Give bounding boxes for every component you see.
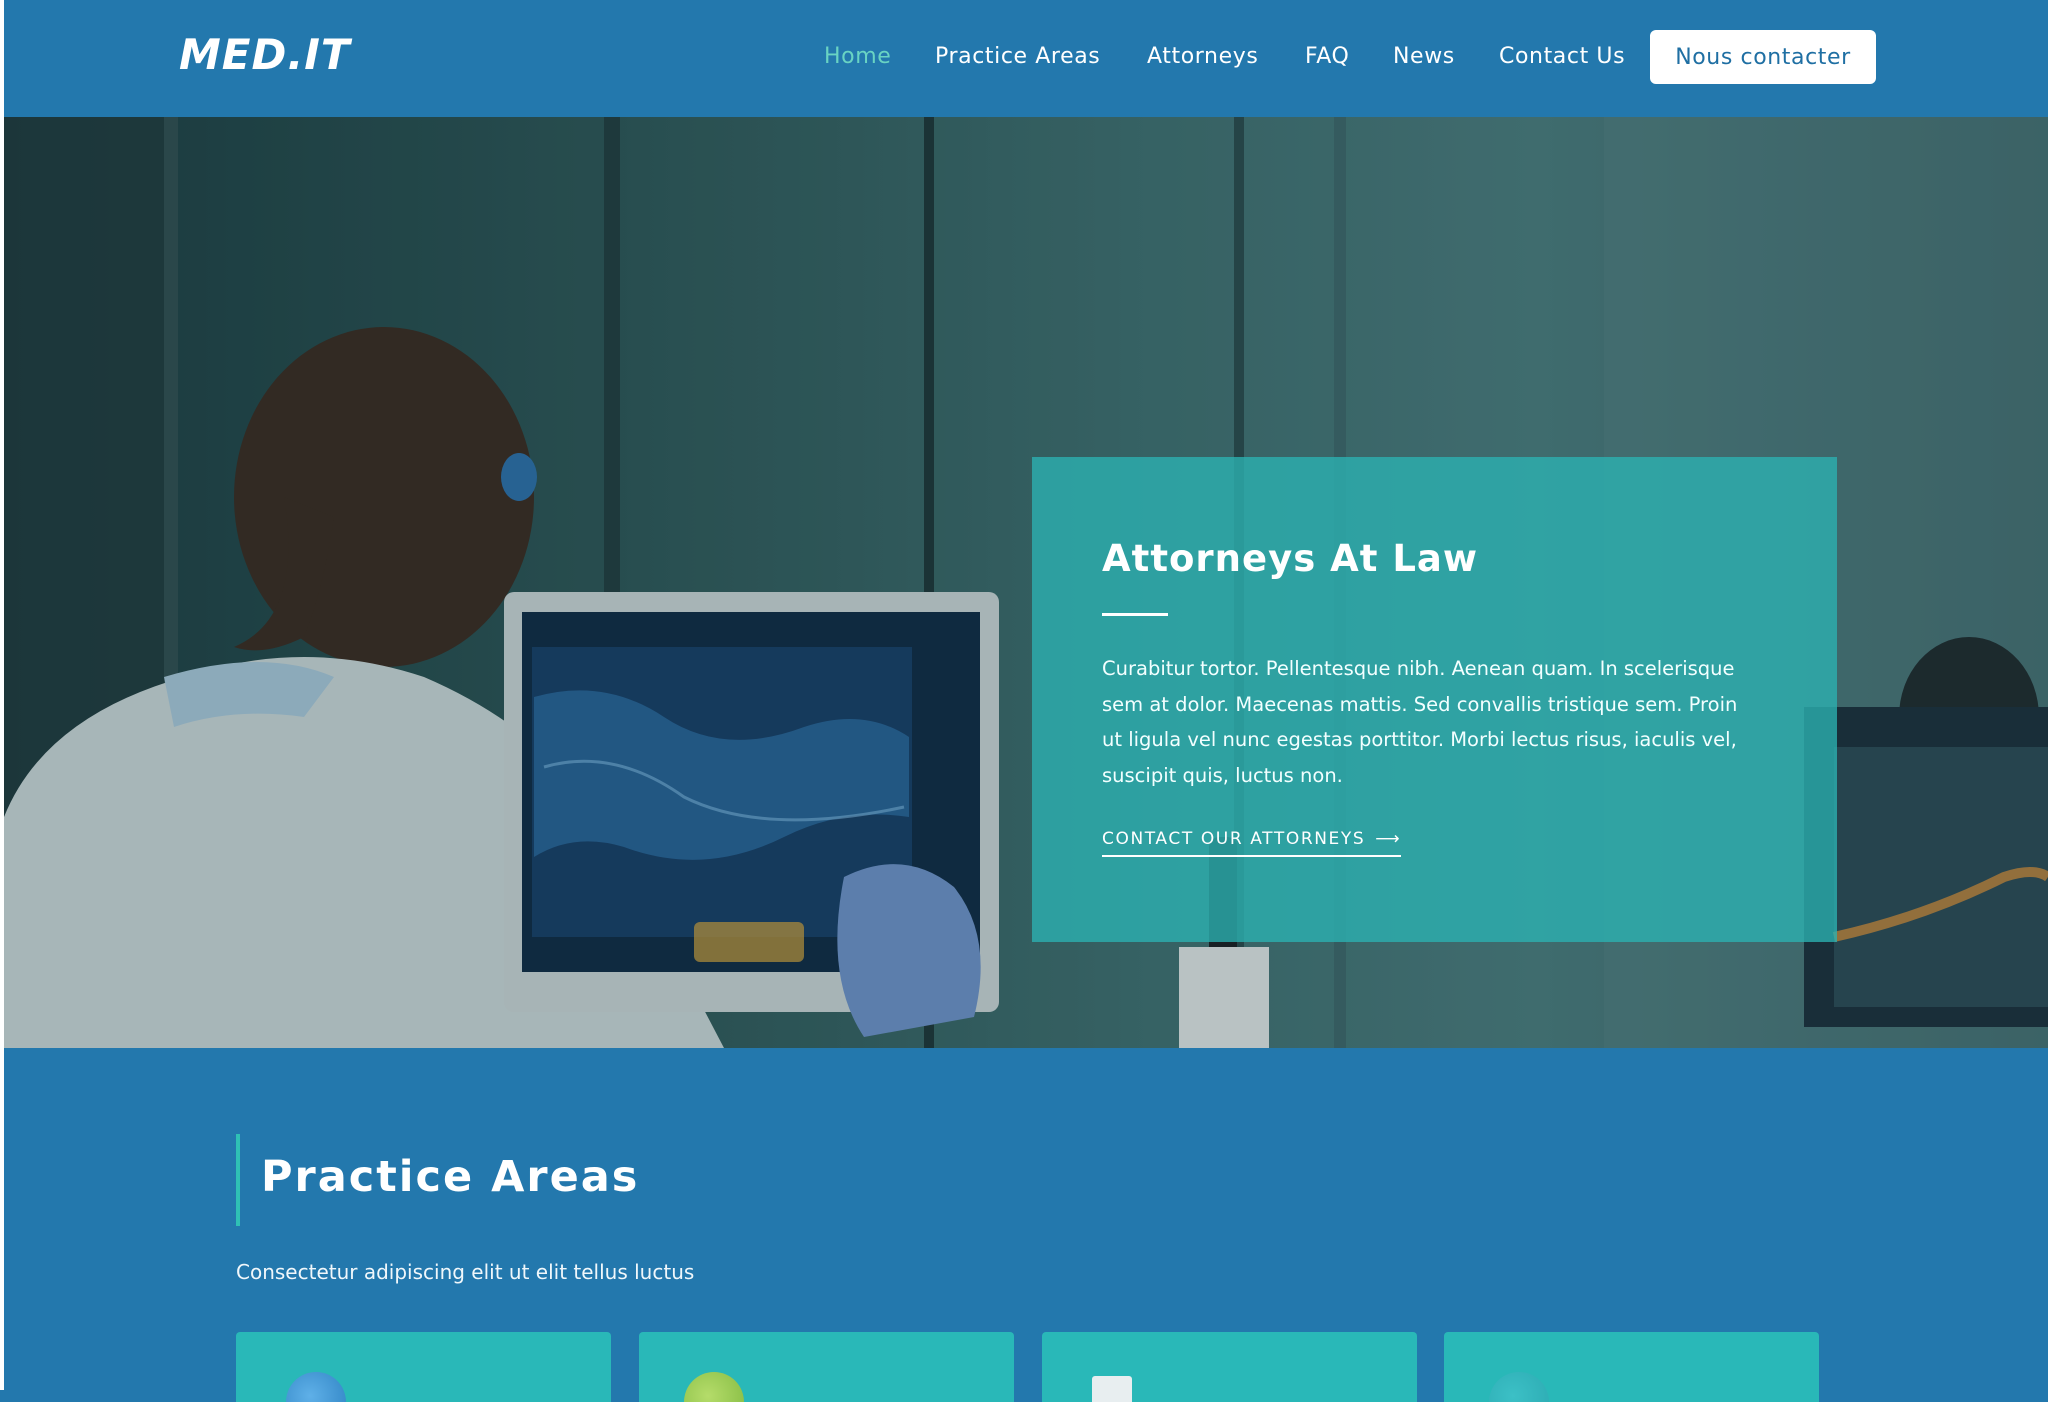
practice-card-1[interactable] bbox=[236, 1332, 611, 1402]
nous-contacter-button[interactable]: Nous contacter bbox=[1650, 30, 1876, 84]
nav-news[interactable]: News bbox=[1393, 44, 1455, 69]
nav-contact-us[interactable]: Contact Us bbox=[1499, 44, 1625, 69]
hero-section: Attorneys At Law Curabitur tortor. Pelle… bbox=[4, 117, 2048, 1048]
arrow-right-icon: ⟶ bbox=[1375, 829, 1402, 849]
nav-attorneys[interactable]: Attorneys bbox=[1147, 44, 1258, 69]
hero-title: Attorneys At Law bbox=[1102, 537, 1479, 580]
hero-card: Attorneys At Law Curabitur tortor. Pelle… bbox=[1032, 457, 1837, 942]
site-header: MED.IT Home Practice Areas Attorneys FAQ… bbox=[0, 0, 2048, 117]
practice-areas-subtitle: Consectetur adipiscing elit ut elit tell… bbox=[236, 1260, 695, 1284]
practice-card-2[interactable] bbox=[639, 1332, 1014, 1402]
practice-areas-title: Practice Areas bbox=[261, 1152, 640, 1202]
page-left-border bbox=[0, 0, 4, 1390]
nav-home[interactable]: Home bbox=[824, 44, 891, 69]
document-icon bbox=[1092, 1376, 1132, 1402]
hero-title-underline bbox=[1102, 613, 1168, 616]
practice-areas-title-bar bbox=[236, 1134, 240, 1226]
practice-card-3[interactable] bbox=[1042, 1332, 1417, 1402]
contact-attorneys-label: CONTACT OUR ATTORNEYS bbox=[1102, 829, 1366, 849]
lightbulb-icon bbox=[1489, 1372, 1549, 1402]
practice-card-4[interactable] bbox=[1444, 1332, 1819, 1402]
practice-areas-section: Practice Areas Consectetur adipiscing el… bbox=[0, 1048, 2048, 1402]
nav-practice-areas[interactable]: Practice Areas bbox=[935, 44, 1100, 69]
globe-icon bbox=[286, 1372, 346, 1402]
nav-faq[interactable]: FAQ bbox=[1305, 44, 1349, 69]
leaf-icon bbox=[684, 1372, 744, 1402]
contact-attorneys-link[interactable]: CONTACT OUR ATTORNEYS ⟶ bbox=[1102, 829, 1402, 857]
hero-description: Curabitur tortor. Pellentesque nibh. Aen… bbox=[1102, 657, 1738, 787]
